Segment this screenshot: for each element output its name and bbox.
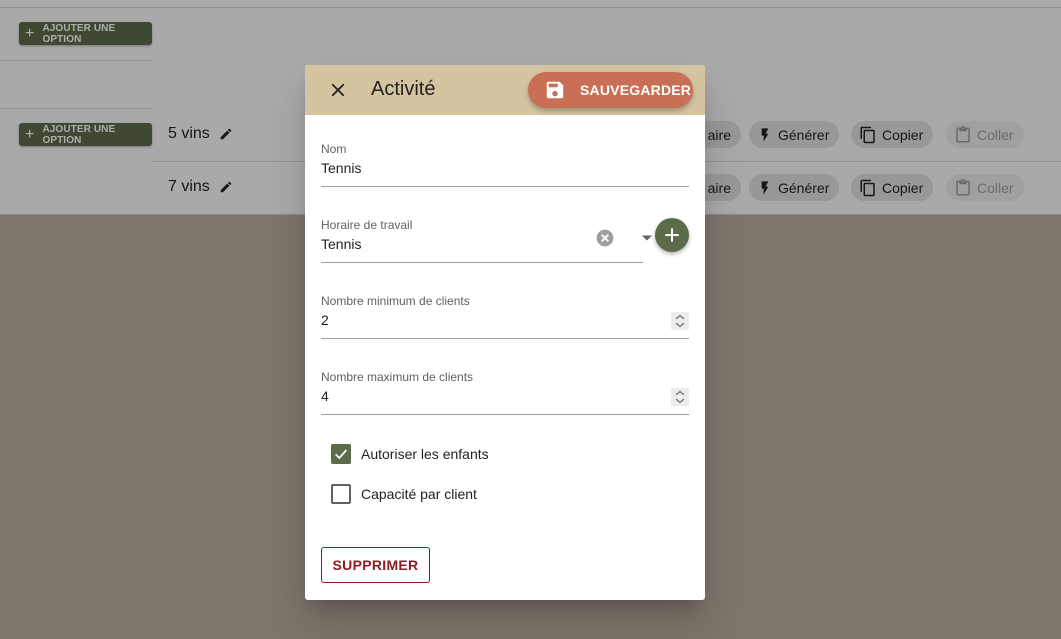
delete-button[interactable]: SUPPRIMER	[321, 547, 430, 583]
save-button[interactable]: SAUVEGARDER	[528, 72, 693, 108]
plus-icon	[665, 228, 679, 242]
min-clients-field[interactable]: Nombre minimum de clients 2	[321, 294, 689, 339]
allow-children-label: Autoriser les enfants	[361, 446, 489, 462]
min-clients-value[interactable]: 2	[321, 312, 329, 328]
chevron-down-icon[interactable]	[641, 234, 653, 242]
name-label: Nom	[321, 142, 347, 156]
schedule-select[interactable]: Horaire de travail Tennis	[321, 218, 652, 263]
close-icon[interactable]	[327, 79, 349, 101]
capacity-per-client-checkbox-row[interactable]: Capacité par client	[331, 484, 477, 504]
min-clients-label: Nombre minimum de clients	[321, 294, 470, 308]
allow-children-checkbox-row[interactable]: Autoriser les enfants	[331, 444, 489, 464]
check-icon	[335, 449, 347, 460]
activity-dialog: Activité SAUVEGARDER Nom Tennis Horaire …	[305, 65, 705, 600]
max-clients-label: Nombre maximum de clients	[321, 370, 474, 384]
schedule-value: Tennis	[321, 236, 362, 252]
max-clients-field[interactable]: Nombre maximum de clients 4	[321, 370, 689, 415]
capacity-per-client-label: Capacité par client	[361, 486, 477, 502]
dialog-title: Activité	[371, 78, 436, 100]
name-field[interactable]: Nom Tennis	[321, 142, 689, 187]
save-button-label: SAUVEGARDER	[580, 82, 692, 98]
number-stepper-icon[interactable]	[671, 312, 689, 330]
save-icon	[546, 81, 564, 99]
add-schedule-button[interactable]	[655, 218, 689, 252]
allow-children-checkbox[interactable]	[331, 444, 351, 464]
name-value[interactable]: Tennis	[321, 160, 361, 176]
capacity-per-client-checkbox[interactable]	[331, 484, 351, 504]
dialog-header: Activité SAUVEGARDER	[305, 65, 705, 115]
schedule-label: Horaire de travail	[321, 218, 413, 232]
clear-icon[interactable]	[595, 228, 615, 248]
number-stepper-icon[interactable]	[671, 388, 689, 406]
max-clients-value[interactable]: 4	[321, 388, 329, 404]
